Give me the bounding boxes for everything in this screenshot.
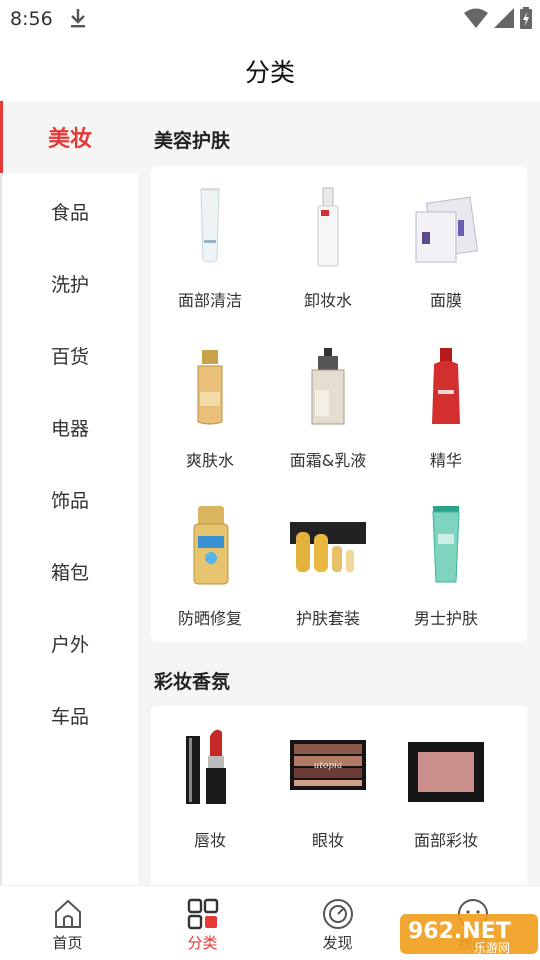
category-card: 面部清洁 卸妆水 面膜 爽肤水 面霜&乳液 精华 防晒修复 护肤套装 男士护肤	[151, 166, 527, 642]
page-title: 分类	[244, 58, 295, 87]
section-title: 彩妆香氛	[154, 671, 231, 693]
sidebar-item-label: 车品	[50, 705, 89, 728]
sidebar-item-label: 电器	[50, 417, 89, 440]
face-cleanser-icon	[200, 188, 220, 263]
category-content: 美容护肤 面部清洁 卸妆水 面膜 爽肤水 面霜&乳液 精华 防晒修复 护肤套装 …	[138, 101, 540, 885]
watermark-logo: 962.NET 乐游网	[400, 914, 538, 955]
sidebar-item-label: 洗护	[50, 273, 89, 296]
home-icon	[55, 899, 81, 928]
category-item-label: 面部清洁	[177, 291, 242, 310]
tab-discover[interactable]: 发现	[270, 886, 405, 960]
category-item-toner[interactable]: 爽肤水	[151, 326, 269, 476]
category-item-label: 唇妆	[193, 831, 226, 850]
category-item-label: 男士护肤	[413, 609, 478, 628]
category-item-face-cleanser[interactable]: 面部清洁	[151, 166, 269, 316]
category-item-label: 面部彩妆	[413, 831, 478, 850]
category-item-mens-skincare[interactable]: 男士护肤	[387, 484, 505, 634]
battery-icon	[520, 7, 532, 29]
sidebar-item-car[interactable]: 车品	[2, 679, 138, 751]
section-title: 美容护肤	[154, 130, 231, 152]
tab-home[interactable]: 首页	[0, 886, 135, 960]
sidebar-item-wash-care[interactable]: 洗护	[2, 247, 138, 319]
tab-label: 分类	[187, 934, 218, 952]
sunscreen-icon	[193, 506, 229, 585]
category-item-label: 爽肤水	[185, 451, 234, 470]
sidebar-item-label: 户外	[50, 633, 89, 656]
download-icon	[71, 9, 85, 28]
sidebar-item-label: 饰品	[50, 489, 89, 512]
lipstick-icon	[186, 729, 226, 804]
category-item-face-makeup[interactable]: 面部彩妆	[387, 706, 505, 856]
sidebar-item-bags[interactable]: 箱包	[2, 535, 138, 607]
category-item-sunscreen[interactable]: 防晒修复	[151, 484, 269, 634]
tab-category[interactable]: 分类	[135, 886, 270, 960]
face-mask-icon	[415, 196, 479, 263]
sidebar-item-label: 箱包	[50, 561, 89, 584]
sidebar-item-appliances[interactable]: 电器	[2, 391, 138, 463]
category-item-face-mask[interactable]: 面膜	[387, 166, 505, 316]
category-item-label: 卸妆水	[303, 291, 352, 310]
sidebar-item-label: 百货	[50, 345, 89, 368]
sidebar-item-label: 食品	[50, 201, 89, 224]
sidebar-item-general-goods[interactable]: 百货	[2, 319, 138, 391]
category-item-lipstick[interactable]: 唇妆	[151, 706, 269, 856]
category-item-face-cream[interactable]: 面霜&乳液	[269, 326, 387, 476]
category-item-label: 精华	[429, 451, 462, 470]
wifi-icon	[464, 8, 488, 28]
category-item-label: 防晒修复	[177, 609, 242, 628]
face-cream-icon	[311, 348, 345, 425]
category-item-label: 眼妆	[311, 831, 344, 850]
category-item-makeup-remover[interactable]: 卸妆水	[269, 166, 387, 316]
category-item-eyeshadow[interactable]: utopia 眼妆	[269, 706, 387, 856]
category-card: 唇妆 utopia 眼妆 面部彩妆	[151, 706, 527, 885]
status-bar: 8:56	[0, 0, 540, 36]
svg-text:乐游网: 乐游网	[474, 941, 510, 955]
header: 分类	[0, 36, 540, 100]
status-time: 8:56	[10, 8, 53, 30]
sidebar-item-outdoor[interactable]: 户外	[2, 607, 138, 679]
toner-icon	[197, 350, 223, 425]
category-item-serum[interactable]: 精华	[387, 326, 505, 476]
sidebar-item-accessories[interactable]: 饰品	[2, 463, 138, 535]
sidebar-item-label: 美妆	[47, 127, 92, 152]
tab-label: 发现	[322, 934, 353, 952]
category-item-label: 面膜	[429, 291, 462, 310]
serum-icon	[432, 348, 460, 424]
category-item-label: 面霜&乳液	[289, 451, 367, 470]
signal-icon	[494, 8, 514, 28]
category-item-skincare-set[interactable]: 护肤套装	[269, 484, 387, 634]
category-icon	[187, 898, 219, 930]
svg-text:utopia: utopia	[314, 761, 343, 771]
discover-icon	[323, 899, 353, 929]
sidebar-item-food[interactable]: 食品	[2, 175, 138, 247]
status-indicators	[464, 7, 532, 29]
category-sidebar: 美妆 食品 洗护 百货 电器 饰品 箱包 户外 车品	[0, 101, 138, 885]
eyeshadow-palette-icon: utopia	[290, 740, 366, 790]
category-item-label: 护肤套装	[295, 609, 360, 628]
blush-compact-icon	[408, 742, 484, 802]
makeup-remover-icon	[317, 187, 339, 267]
tab-label: 首页	[52, 934, 83, 952]
mens-skincare-icon	[432, 506, 460, 583]
skincare-set-icon	[290, 522, 366, 572]
sidebar-item-makeup[interactable]: 美妆	[0, 101, 138, 173]
